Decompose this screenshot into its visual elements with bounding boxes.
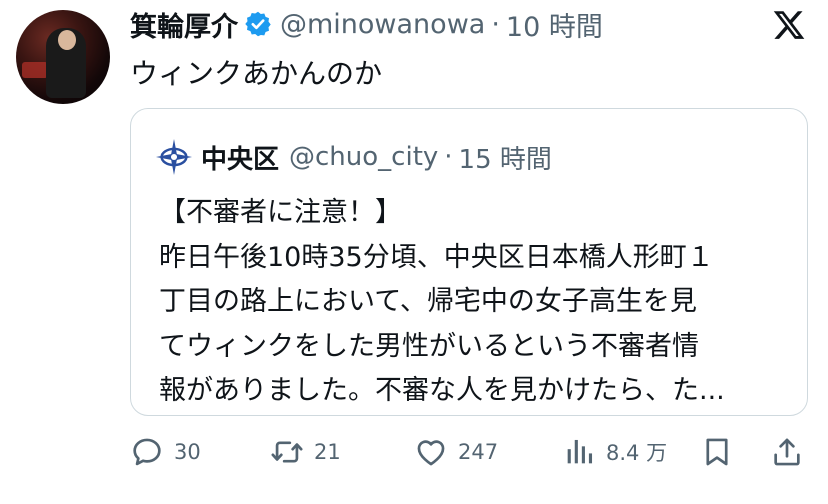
bookmark-button[interactable] bbox=[700, 432, 734, 472]
avatar[interactable] bbox=[16, 10, 110, 104]
action-bar: 30 21 247 8.4 万 bbox=[130, 432, 810, 472]
x-logo-icon[interactable] bbox=[772, 8, 806, 42]
share-icon bbox=[774, 438, 800, 466]
like-button[interactable]: 247 bbox=[414, 432, 498, 472]
tweet-header: 箕輪厚介 @minowanowa · 10 時間 bbox=[130, 5, 603, 44]
quoted-line: てウィンクをした男性がいるという不審者情 bbox=[159, 330, 699, 362]
reply-icon bbox=[133, 438, 161, 466]
separator-dot: · bbox=[491, 8, 500, 40]
view-count: 8.4 万 bbox=[606, 441, 668, 465]
quoted-line: 昨日午後10時35分頃、中央区日本橋人形町１ bbox=[159, 241, 714, 273]
author-handle[interactable]: @minowanowa bbox=[280, 9, 485, 40]
author-name[interactable]: 箕輪厚介 bbox=[130, 5, 238, 44]
retweet-icon bbox=[271, 441, 303, 463]
bookmark-icon bbox=[706, 438, 728, 466]
quoted-post-time[interactable]: 15 時間 bbox=[459, 139, 552, 176]
heart-icon bbox=[417, 440, 445, 466]
quoted-author-name[interactable]: 中央区 bbox=[201, 139, 279, 176]
quoted-author-handle[interactable]: @chuo_city bbox=[289, 142, 438, 172]
retweet-button[interactable]: 21 bbox=[270, 432, 341, 472]
quoted-separator-dot: · bbox=[444, 142, 453, 172]
retweet-count: 21 bbox=[314, 440, 341, 464]
quoted-tweet[interactable]: 中央区 @chuo_city · 15 時間 【不審者に注意！】 昨日午後10時… bbox=[130, 108, 808, 416]
views-button[interactable]: 8.4 万 bbox=[562, 432, 667, 472]
tweet-card: 箕輪厚介 @minowanowa · 10 時間 ウィンクあかんのか 中央区 @… bbox=[0, 0, 828, 504]
tweet-text: ウィンクあかんのか bbox=[130, 57, 383, 90]
quoted-line: 【不審者に注意！】 bbox=[159, 197, 402, 228]
quoted-text: 【不審者に注意！】 昨日午後10時35分頃、中央区日本橋人形町１ 丁目の路上にお… bbox=[159, 191, 795, 414]
like-count: 247 bbox=[458, 440, 499, 464]
quoted-header: 中央区 @chuo_city · 15 時間 bbox=[155, 138, 552, 176]
quoted-line: 報がありました。不審な人を見かけたら、た... bbox=[159, 375, 725, 406]
reply-button[interactable]: 30 bbox=[130, 432, 201, 472]
post-time[interactable]: 10 時間 bbox=[506, 5, 603, 44]
reply-count: 30 bbox=[174, 440, 201, 464]
verified-badge-icon bbox=[245, 11, 271, 37]
chuo-city-logo-icon bbox=[155, 138, 193, 176]
views-chart-icon bbox=[567, 439, 593, 464]
quoted-line: 丁目の路上において、帰宅中の女子高生を見 bbox=[159, 286, 697, 317]
share-button[interactable] bbox=[770, 432, 804, 472]
